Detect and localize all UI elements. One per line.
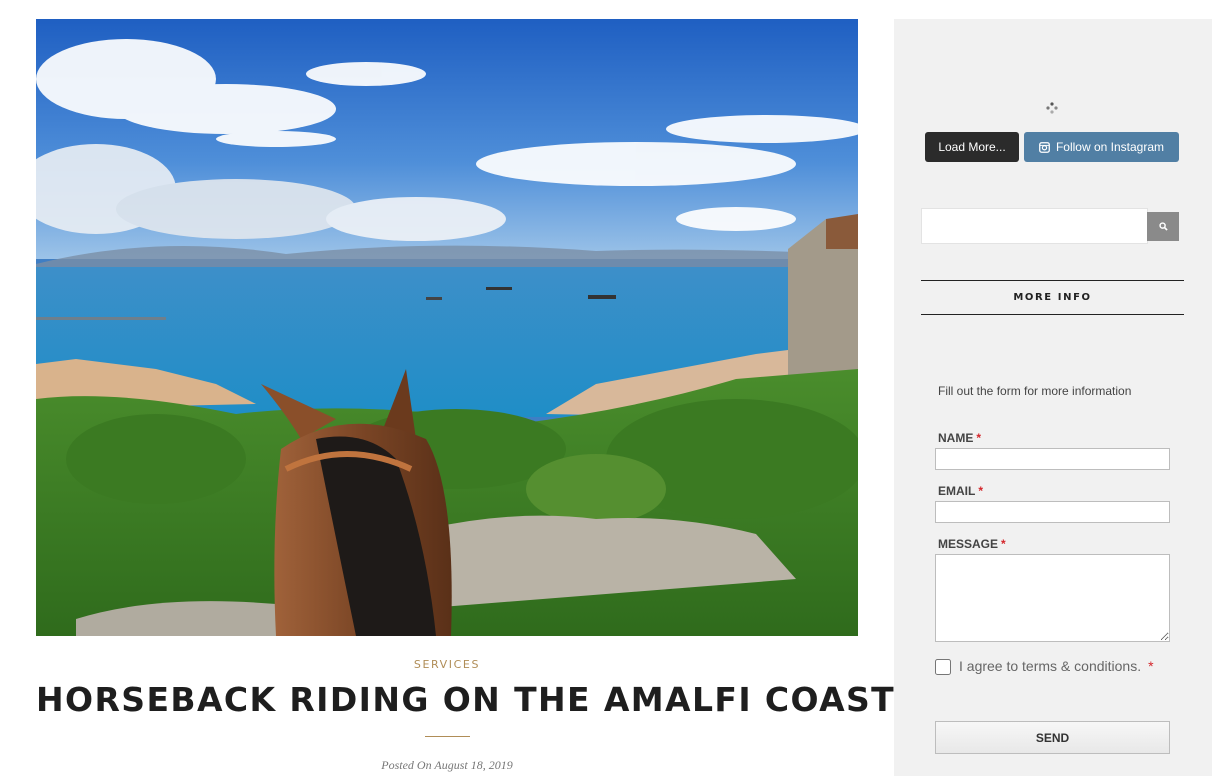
required-mark: * (976, 431, 982, 445)
form-intro-text: Fill out the form for more information (938, 384, 1132, 398)
agree-terms-text: I agree to terms & conditions. (959, 658, 1142, 674)
load-more-button[interactable]: Load More... (925, 132, 1019, 162)
name-label: NAME * (938, 431, 981, 445)
message-field[interactable] (935, 554, 1170, 642)
email-field[interactable] (935, 501, 1170, 523)
message-label: MESSAGE * (938, 537, 1006, 551)
required-mark: * (1001, 537, 1006, 551)
search-icon (1158, 222, 1168, 231)
follow-instagram-label: Follow on Instagram (1055, 140, 1165, 154)
agree-terms-checkbox[interactable] (935, 659, 951, 675)
follow-instagram-button[interactable]: Follow on Instagram (1024, 132, 1179, 162)
loading-spinner-icon (1046, 101, 1058, 114)
post-category[interactable]: SERVICES (36, 658, 858, 671)
widget-title-more-info: MORE INFO (921, 280, 1184, 315)
search-input[interactable] (921, 208, 1148, 244)
required-mark: * (1148, 658, 1154, 674)
featured-image (36, 19, 858, 636)
post-date: Posted On August 18, 2019 (381, 758, 513, 772)
email-label-text: EMAIL (938, 484, 976, 498)
search-button[interactable] (1147, 212, 1179, 241)
email-label: EMAIL * (938, 484, 983, 498)
horse-amalfi-coast-photo (36, 19, 858, 636)
send-button[interactable]: SEND (935, 721, 1170, 754)
post-title: HORSEBACK RIDING ON THE AMALFI COAST (36, 680, 896, 719)
instagram-icon (1039, 141, 1050, 153)
agree-terms-label[interactable]: I agree to terms & conditions. * (959, 658, 1154, 674)
required-mark: * (978, 484, 984, 498)
name-label-text: NAME (938, 431, 974, 445)
name-field[interactable] (935, 448, 1170, 470)
message-label-text: MESSAGE (938, 537, 999, 551)
title-divider (425, 736, 470, 737)
